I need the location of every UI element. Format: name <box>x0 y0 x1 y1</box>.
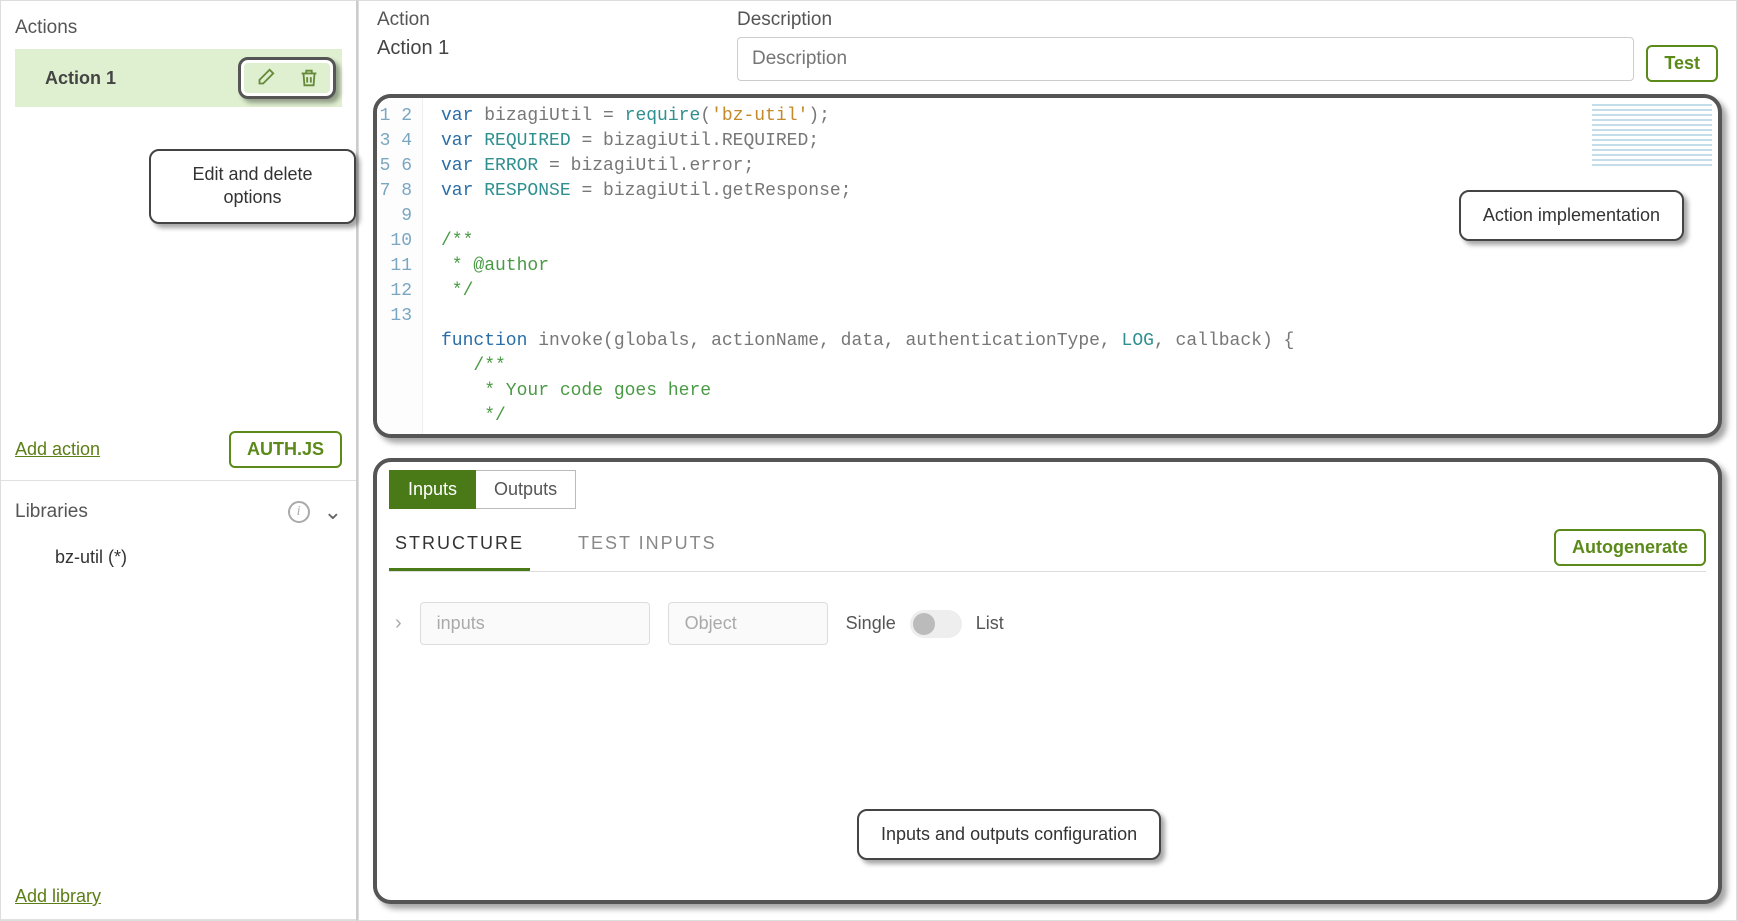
io-subtabs: STRUCTURE TEST INPUTS <box>389 523 723 571</box>
input-name-field[interactable]: inputs <box>420 602 650 645</box>
libraries-header: Libraries i ⌄ <box>15 491 342 525</box>
tab-inputs[interactable]: Inputs <box>389 470 476 509</box>
toggle-single-label: Single <box>846 613 896 634</box>
description-label: Description <box>737 9 1634 31</box>
main-header: Action Action 1 Description Test <box>359 1 1736 82</box>
actions-header: Actions <box>15 11 342 49</box>
chevron-down-icon[interactable]: ⌄ <box>324 499 342 525</box>
add-library-link[interactable]: Add library <box>15 886 101 907</box>
library-item[interactable]: bz-util (*) <box>15 525 342 568</box>
action-item-label: Action 1 <box>45 68 116 89</box>
callout-action-impl: Action implementation <box>1459 190 1684 241</box>
callout-io-config: Inputs and outputs configuration <box>857 809 1161 860</box>
action-value: Action 1 <box>377 37 737 60</box>
code-editor[interactable]: 1 2 3 4 5 6 7 8 9 10 11 12 13 var bizagi… <box>373 94 1722 438</box>
input-type-field[interactable]: Object <box>668 602 828 645</box>
toggle-list-label: List <box>976 613 1004 634</box>
single-list-toggle[interactable]: Single List <box>846 610 1004 638</box>
info-icon[interactable]: i <box>288 501 310 523</box>
io-tabs: Inputs Outputs <box>389 470 1706 509</box>
actions-section: Actions Action 1 Edit and delete options… <box>1 1 356 481</box>
libraries-footer: Add library <box>15 876 342 907</box>
subtab-test-inputs[interactable]: TEST INPUTS <box>572 523 723 571</box>
subtab-structure[interactable]: STRUCTURE <box>389 523 530 571</box>
callout-edit-delete: Edit and delete options <box>149 149 356 224</box>
action-label: Action <box>377 9 737 31</box>
tab-outputs[interactable]: Outputs <box>476 470 576 509</box>
code-body[interactable]: var bizagiUtil = require('bz-util'); var… <box>423 98 1718 434</box>
auth-js-button[interactable]: AUTH.JS <box>229 431 342 468</box>
action-list-item[interactable]: Action 1 <box>15 49 342 107</box>
libraries-title: Libraries <box>15 501 88 523</box>
description-input[interactable] <box>737 37 1634 81</box>
main-panel: Action Action 1 Description Test 1 2 3 4… <box>358 0 1737 921</box>
libraries-section: Libraries i ⌄ bz-util (*) Add library <box>1 481 356 920</box>
test-button[interactable]: Test <box>1646 45 1718 82</box>
code-gutter: 1 2 3 4 5 6 7 8 9 10 11 12 13 <box>377 98 423 434</box>
sidebar: Actions Action 1 Edit and delete options… <box>0 0 358 921</box>
io-panel: Inputs Outputs STRUCTURE TEST INPUTS Aut… <box>373 458 1722 904</box>
add-action-link[interactable]: Add action <box>15 439 100 460</box>
autogenerate-button[interactable]: Autogenerate <box>1554 529 1706 566</box>
actions-footer: Add action AUTH.JS <box>15 421 342 468</box>
code-minimap[interactable] <box>1592 104 1712 166</box>
action-item-tools <box>238 57 336 99</box>
edit-icon[interactable] <box>253 66 277 90</box>
trash-icon[interactable] <box>297 66 321 90</box>
chevron-right-icon[interactable]: › <box>395 612 402 635</box>
toggle-switch[interactable] <box>910 610 962 638</box>
structure-row: › inputs Object Single List <box>389 572 1706 675</box>
